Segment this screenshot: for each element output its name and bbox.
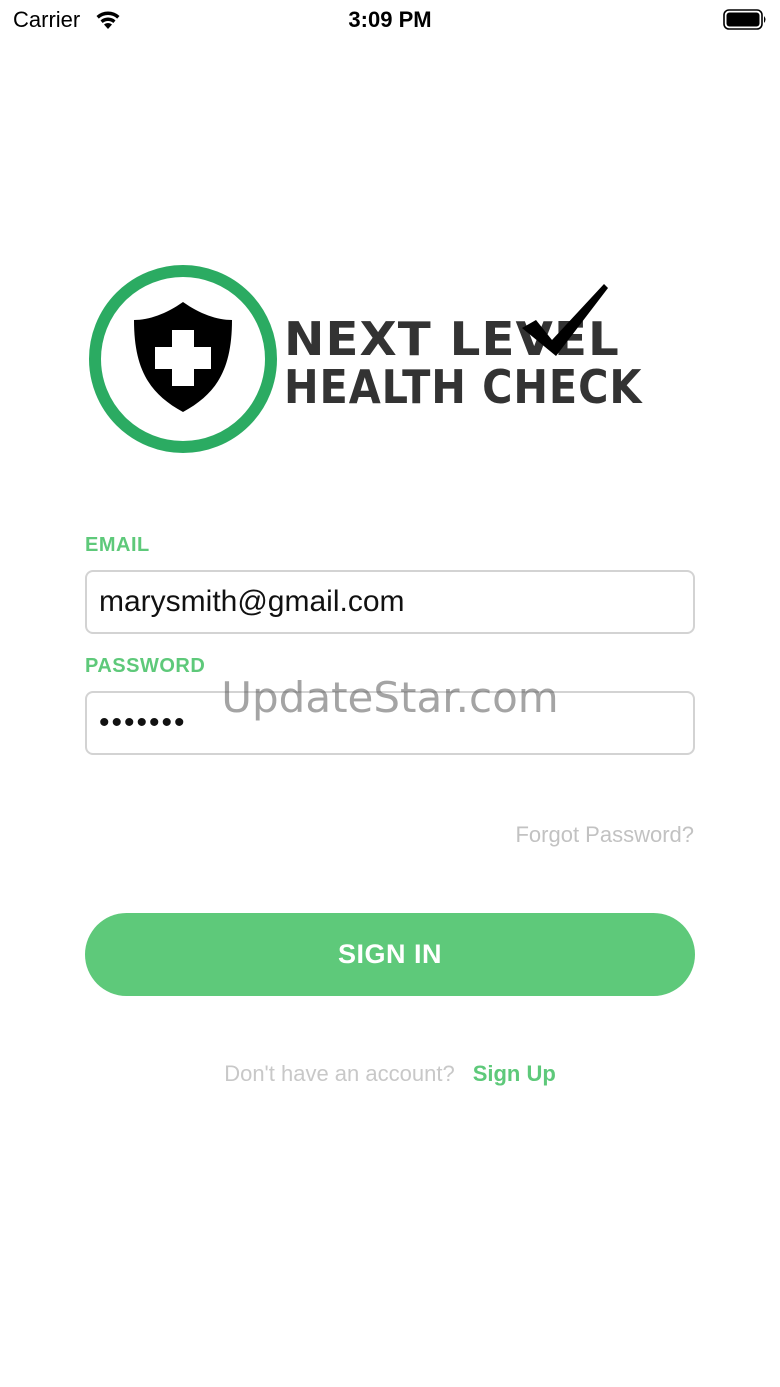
signup-row: Don't have an account? Sign Up xyxy=(0,1061,780,1087)
password-label: PASSWORD xyxy=(85,655,206,677)
email-value: marysmith@gmail.com xyxy=(99,585,405,618)
signup-prompt: Don't have an account? xyxy=(224,1061,455,1086)
password-field[interactable]: ••••••• xyxy=(85,691,695,755)
email-field[interactable]: marysmith@gmail.com xyxy=(85,570,695,634)
password-value: ••••••• xyxy=(99,706,187,739)
login-screen: Carrier 3:09 PM NEXT LEVEL HEALTH CHECK … xyxy=(0,0,780,1387)
sign-in-button[interactable]: SIGN IN xyxy=(85,913,695,996)
battery-icon xyxy=(723,9,766,30)
logo-title-line-2: HEALTH CHECK xyxy=(284,360,643,414)
app-logo: NEXT LEVEL HEALTH CHECK xyxy=(86,262,706,458)
email-label: EMAIL xyxy=(85,534,150,556)
sign-up-link[interactable]: Sign Up xyxy=(473,1061,556,1086)
status-bar: Carrier 3:09 PM xyxy=(0,0,780,40)
shield-icon xyxy=(89,265,277,453)
forgot-password-link[interactable]: Forgot Password? xyxy=(515,822,694,848)
checkmark-icon xyxy=(522,284,608,356)
clock: 3:09 PM xyxy=(348,7,432,32)
